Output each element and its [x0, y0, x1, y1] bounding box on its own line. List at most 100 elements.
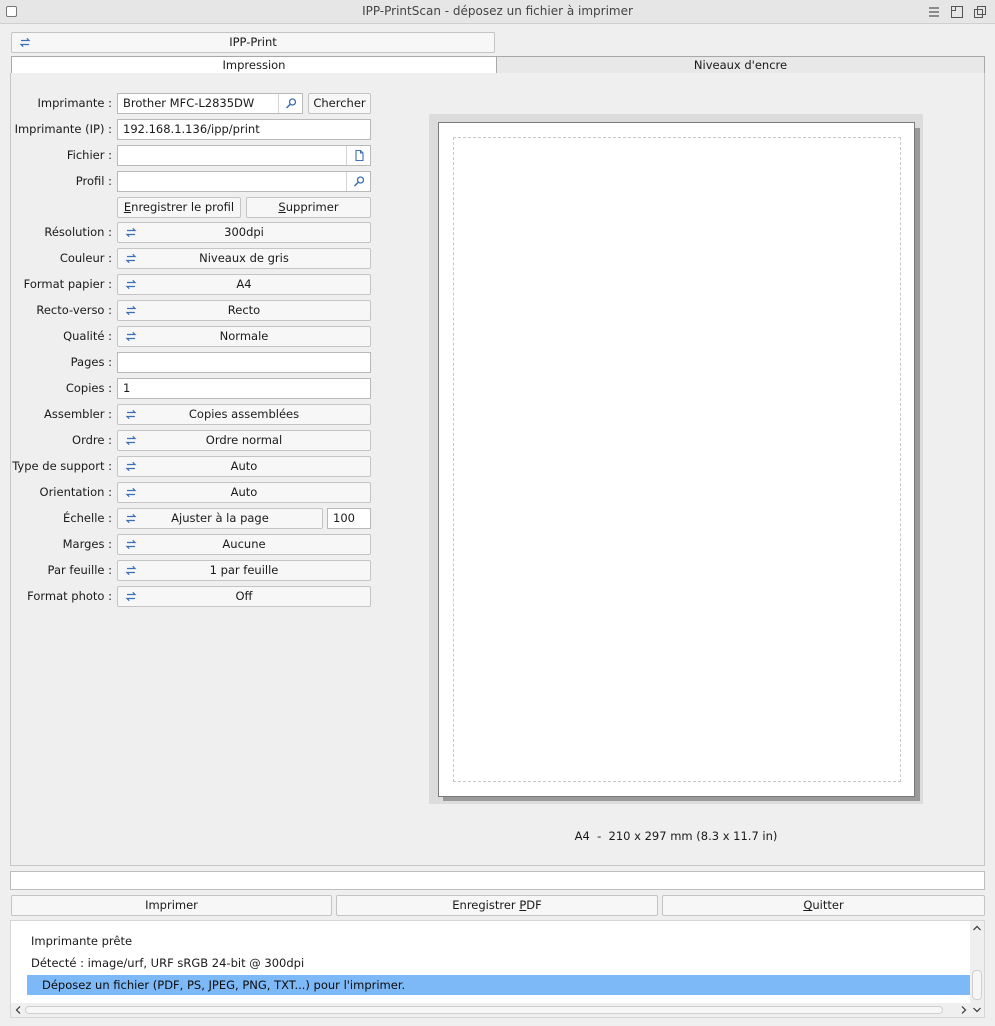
- save-profile-button[interactable]: Enregistrer le profil: [117, 197, 241, 218]
- delete-profile-button[interactable]: Supprimer: [246, 197, 371, 218]
- order-value: Ordre normal: [205, 433, 283, 447]
- swap-icon: [19, 33, 31, 52]
- pages-label: Pages :: [70, 355, 112, 369]
- printer-ip-input[interactable]: 192.168.1.136/ipp/print: [117, 119, 371, 140]
- color-select[interactable]: Niveaux de gris: [117, 248, 371, 269]
- quality-value: Normale: [219, 329, 269, 343]
- print-button[interactable]: Imprimer: [11, 895, 332, 916]
- save-pdf-rest: DF: [526, 898, 542, 912]
- list-item-selected[interactable]: Déposez un fichier (PDF, PS, JPEG, PNG, …: [27, 975, 977, 995]
- collate-select[interactable]: Copies assemblées: [117, 404, 371, 425]
- maximize-icon[interactable]: [972, 4, 988, 20]
- photo-format-label: Format photo :: [27, 589, 112, 603]
- printer-field[interactable]: Brother MFC-L2835DW: [117, 93, 303, 114]
- quality-label: Qualité :: [63, 329, 112, 343]
- profile-label: Profil :: [75, 174, 112, 188]
- delete-profile-mnemonic: S: [278, 200, 286, 214]
- scroll-left-icon[interactable]: [12, 1004, 24, 1016]
- orientation-label: Orientation :: [39, 485, 112, 499]
- scroll-up-icon[interactable]: [971, 922, 983, 934]
- media-type-label: Type de support :: [12, 459, 112, 473]
- tab-impression-label: Impression: [222, 58, 286, 72]
- color-value: Niveaux de gris: [199, 251, 289, 265]
- scroll-right-icon[interactable]: [958, 1004, 970, 1016]
- paper-format-label: Format papier :: [23, 277, 112, 291]
- scroll-down-icon[interactable]: [971, 1004, 983, 1016]
- list-item[interactable]: Imprimante prête: [31, 931, 132, 951]
- scale-select[interactable]: Ajuster à la page: [117, 508, 323, 529]
- title-bar: IPP-PrintScan - déposez un fichier à imp…: [0, 0, 995, 24]
- search-printer-button-label: Chercher: [313, 96, 366, 110]
- save-profile-rest: nregistrer le profil: [131, 200, 235, 214]
- paper-format-select[interactable]: A4: [117, 274, 371, 295]
- profile-search-icon[interactable]: [346, 172, 370, 191]
- order-select[interactable]: Ordre normal: [117, 430, 371, 451]
- scale-label: Échelle :: [63, 511, 112, 525]
- swap-icon: [125, 249, 137, 268]
- resolution-label: Résolution :: [44, 225, 112, 239]
- tab-niveaux-encre[interactable]: Niveaux d'encre: [496, 56, 985, 74]
- window-title: IPP-PrintScan - déposez un fichier à imp…: [362, 4, 633, 18]
- orientation-value: Auto: [230, 485, 258, 499]
- media-type-select[interactable]: Auto: [117, 456, 371, 477]
- progress-bar: [10, 871, 985, 890]
- duplex-value: Recto: [227, 303, 261, 317]
- file-label: Fichier :: [66, 148, 112, 162]
- swap-icon: [125, 405, 137, 424]
- copies-input[interactable]: 1: [117, 378, 371, 399]
- scale-value: Ajuster à la page: [171, 511, 269, 525]
- save-pdf-prefix: Enregistrer: [452, 898, 520, 912]
- quit-button[interactable]: Quitter: [662, 895, 985, 916]
- scale-percent-input[interactable]: 100: [327, 508, 371, 529]
- window-menu-icon[interactable]: [926, 4, 942, 20]
- swap-icon: [125, 535, 137, 554]
- orientation-select[interactable]: Auto: [117, 482, 371, 503]
- printer-ip-value: 192.168.1.136/ipp/print: [123, 122, 260, 136]
- order-label: Ordre :: [72, 433, 112, 447]
- save-pdf-button[interactable]: Enregistrer PDF: [336, 895, 658, 916]
- per-sheet-select[interactable]: 1 par feuille: [117, 560, 371, 581]
- horizontal-scroll-thumb[interactable]: [25, 1006, 943, 1014]
- printer-value: Brother MFC-L2835DW: [123, 96, 255, 110]
- swap-icon: [125, 561, 137, 580]
- pages-input[interactable]: [117, 352, 371, 373]
- per-sheet-value: 1 par feuille: [209, 563, 279, 577]
- duplex-select[interactable]: Recto: [117, 300, 371, 321]
- file-browse-icon[interactable]: [346, 146, 370, 165]
- delete-profile-rest: upprimer: [285, 200, 339, 214]
- resolution-select[interactable]: 300dpi: [117, 222, 371, 243]
- resolution-value: 300dpi: [224, 225, 264, 239]
- mode-selector-value: IPP-Print: [229, 35, 277, 49]
- media-type-value: Auto: [230, 459, 258, 473]
- tab-impression[interactable]: Impression: [11, 56, 497, 74]
- copies-label: Copies :: [65, 381, 112, 395]
- vertical-scroll-thumb[interactable]: [972, 970, 982, 1000]
- collate-label: Assembler :: [44, 407, 112, 421]
- paper-format-value: A4: [236, 277, 252, 291]
- swap-icon: [125, 483, 137, 502]
- photo-format-select[interactable]: Off: [117, 586, 371, 607]
- swap-icon: [125, 327, 137, 346]
- printer-ip-label: Imprimante (IP) :: [14, 122, 112, 136]
- scale-percent-value: 100: [333, 511, 355, 525]
- swap-icon: [125, 457, 137, 476]
- swap-icon: [125, 275, 137, 294]
- search-printer-button[interactable]: Chercher: [308, 93, 371, 114]
- copies-value: 1: [123, 381, 131, 395]
- file-input[interactable]: [117, 145, 371, 166]
- list-item[interactable]: Détecté : image/urf, URF sRGB 24-bit @ 3…: [31, 953, 304, 973]
- photo-format-value: Off: [235, 589, 253, 603]
- profile-input[interactable]: [117, 171, 371, 192]
- duplex-label: Recto-verso :: [36, 303, 112, 317]
- minimize-icon[interactable]: [949, 4, 965, 20]
- mode-selector[interactable]: IPP-Print: [11, 32, 495, 53]
- quality-select[interactable]: Normale: [117, 326, 371, 347]
- per-sheet-label: Par feuille :: [47, 563, 112, 577]
- swap-icon: [125, 301, 137, 320]
- print-button-label: Imprimer: [145, 898, 198, 912]
- printer-search-icon[interactable]: [278, 94, 302, 113]
- quit-rest: uitter: [812, 898, 844, 912]
- margins-select[interactable]: Aucune: [117, 534, 371, 555]
- swap-icon: [125, 223, 137, 242]
- tab-niveaux-encre-label: Niveaux d'encre: [693, 58, 788, 72]
